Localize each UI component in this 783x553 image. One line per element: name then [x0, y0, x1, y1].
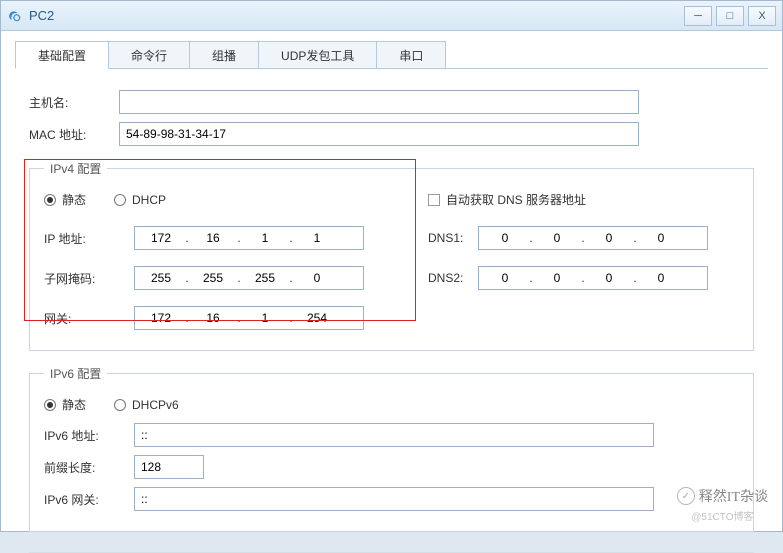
ipv6-gw-label: IPv6 网关: — [44, 491, 134, 508]
content-panel: 主机名: MAC 地址: IPv4 配置 静态 DHCP IP 地址: . — [1, 70, 782, 548]
app-logo-icon — [7, 8, 23, 24]
titlebar: PC2 ─ □ X — [1, 1, 782, 31]
mask-input[interactable]: . . . — [134, 266, 364, 290]
watermark-brand: 释然IT杂谈 — [699, 486, 768, 506]
wechat-icon: ✓ — [677, 487, 695, 505]
tab-cmdline[interactable]: 命令行 — [108, 41, 190, 69]
ip-input[interactable]: . . . — [134, 226, 364, 250]
ipv4-dhcp-radio[interactable]: DHCP — [114, 193, 166, 207]
tab-basic[interactable]: 基础配置 — [15, 41, 109, 69]
gw-input[interactable]: . . . — [134, 306, 364, 330]
mac-input[interactable] — [119, 122, 639, 146]
dns1-input[interactable]: . . . — [478, 226, 708, 250]
ipv6-fieldset: IPv6 配置 静态 DHCPv6 IPv6 地址: 前缀长度: IPv6 网关… — [29, 365, 754, 532]
ipv6-gw-input[interactable] — [134, 487, 654, 511]
ipv6-static-radio[interactable]: 静态 — [44, 396, 86, 413]
hostname-label: 主机名: — [29, 94, 119, 111]
tab-serial[interactable]: 串口 — [376, 41, 446, 69]
ipv6-legend: IPv6 配置 — [44, 365, 107, 382]
gw-label: 网关: — [44, 310, 134, 327]
minimize-button[interactable]: ─ — [684, 6, 712, 26]
hostname-input[interactable] — [119, 90, 639, 114]
ip-label: IP 地址: — [44, 230, 134, 247]
window-title: PC2 — [29, 8, 684, 23]
auto-dns-checkbox[interactable]: 自动获取 DNS 服务器地址 — [428, 191, 586, 208]
ipv6-dhcpv6-radio[interactable]: DHCPv6 — [114, 398, 179, 412]
ipv6-addr-input[interactable] — [134, 423, 654, 447]
ipv4-legend: IPv4 配置 — [44, 160, 107, 177]
watermark: ✓ 释然IT杂谈 @51CTO博客 — [677, 486, 768, 523]
tab-multicast[interactable]: 组播 — [189, 41, 259, 69]
watermark-sub: @51CTO博客 — [691, 508, 753, 523]
ipv6-addr-label: IPv6 地址: — [44, 427, 134, 444]
tab-bar: 基础配置 命令行 组播 UDP发包工具 串口 — [1, 31, 782, 69]
ipv4-fieldset: IPv4 配置 静态 DHCP IP 地址: . . . — [29, 160, 754, 351]
window-controls: ─ □ X — [684, 6, 776, 26]
prefix-label: 前缀长度: — [44, 459, 134, 476]
prefix-input[interactable] — [134, 455, 204, 479]
dns2-input[interactable]: . . . — [478, 266, 708, 290]
ipv4-static-radio[interactable]: 静态 — [44, 191, 86, 208]
dns2-label: DNS2: — [428, 271, 478, 285]
tab-udp[interactable]: UDP发包工具 — [258, 41, 377, 69]
dns1-label: DNS1: — [428, 231, 478, 245]
close-button[interactable]: X — [748, 6, 776, 26]
app-window: PC2 ─ □ X 基础配置 命令行 组播 UDP发包工具 串口 主机名: MA… — [0, 0, 783, 532]
mask-label: 子网掩码: — [44, 270, 134, 287]
maximize-button[interactable]: □ — [716, 6, 744, 26]
mac-label: MAC 地址: — [29, 126, 119, 143]
